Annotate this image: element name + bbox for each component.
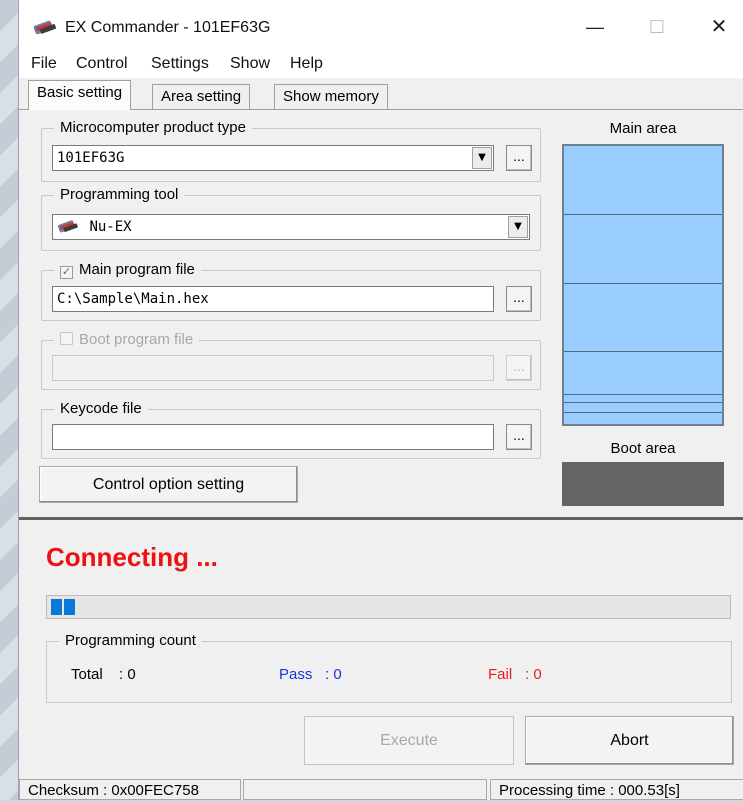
- keycode-label: Keycode file: [54, 400, 148, 417]
- product-type-combo[interactable]: 101EF63G ▼: [52, 145, 494, 171]
- product-browse-button[interactable]: ...: [506, 145, 532, 171]
- boot-program-browse-button[interactable]: ...: [506, 355, 532, 381]
- menu-control[interactable]: Control: [76, 55, 128, 73]
- total-label: Total: [71, 666, 103, 683]
- checksum-pane: Checksum : 0x00FEC758: [19, 779, 241, 800]
- pass-value: : 0: [325, 666, 342, 683]
- maximize-button[interactable]: ☐: [637, 10, 677, 44]
- tab-basic-setting[interactable]: Basic setting: [28, 80, 132, 110]
- keycode-group: Keycode file ...: [41, 400, 541, 459]
- programming-count-label: Programming count: [59, 632, 202, 649]
- main-program-browse-button[interactable]: ...: [506, 286, 532, 312]
- tab-strip: Basic setting Area setting Show memory: [19, 78, 743, 110]
- map-divider: [564, 283, 722, 284]
- map-divider: [564, 351, 722, 352]
- status-pane-middle: [243, 779, 487, 800]
- menu-file[interactable]: File: [31, 55, 57, 73]
- main-program-path-input[interactable]: C:\Sample\Main.hex: [52, 286, 494, 312]
- menu-show[interactable]: Show: [230, 55, 270, 73]
- programming-tool-group: Programming tool Nu-EX ▼: [41, 186, 541, 251]
- title-bar[interactable]: EX Commander - 101EF63G — ☐ ✕: [19, 0, 743, 48]
- tab-area-setting[interactable]: Area setting: [152, 84, 251, 110]
- total-value: : 0: [119, 666, 136, 683]
- tab-show-memory[interactable]: Show memory: [274, 84, 388, 110]
- programming-tool-combo[interactable]: Nu-EX ▼: [52, 214, 530, 240]
- menu-bar: File Control Settings Show Help: [19, 48, 743, 78]
- fail-value: : 0: [525, 666, 542, 683]
- main-area-map: [562, 144, 724, 426]
- processing-time-pane: Processing time : 000.53[s]: [490, 779, 743, 800]
- programming-tool-label: Programming tool: [54, 186, 185, 203]
- progress-block: [64, 599, 75, 615]
- programming-tool-value: Nu-EX: [89, 219, 132, 235]
- desktop-background: [0, 0, 18, 800]
- execute-button[interactable]: Execute: [304, 716, 514, 765]
- boot-area-label: Boot area: [610, 440, 676, 457]
- map-divider: [564, 394, 722, 395]
- main-program-checkbox[interactable]: ✓: [60, 266, 73, 279]
- product-type-group: Microcomputer product type 101EF63G ▼ ..…: [41, 119, 541, 182]
- boot-area-map: [562, 462, 724, 506]
- programming-count-group: Programming count Total : 0 Pass : 0 Fai…: [46, 632, 732, 703]
- main-program-group: ✓ Main program file C:\Sample\Main.hex ..…: [41, 261, 541, 321]
- ex-commander-icon: [33, 20, 57, 35]
- chevron-down-icon[interactable]: ▼: [508, 216, 528, 238]
- main-program-label: Main program file: [79, 261, 195, 278]
- status-bar: Checksum : 0x00FEC758 Processing time : …: [19, 778, 743, 800]
- product-type-value: 101EF63G: [57, 150, 125, 166]
- minimize-button[interactable]: —: [575, 10, 615, 44]
- boot-program-path-input[interactable]: [52, 355, 494, 381]
- app-window: EX Commander - 101EF63G — ☐ ✕ File Contr…: [18, 0, 743, 800]
- close-button[interactable]: ✕: [699, 10, 739, 44]
- map-divider: [564, 412, 722, 413]
- boot-program-group: Boot program file ...: [41, 331, 541, 390]
- fail-label: Fail: [488, 666, 513, 683]
- menu-help[interactable]: Help: [290, 55, 323, 73]
- main-area-label: Main area: [609, 120, 677, 137]
- map-divider: [564, 214, 722, 215]
- menu-settings[interactable]: Settings: [151, 55, 209, 73]
- connection-status: Connecting ...: [46, 542, 218, 572]
- window-title: EX Commander - 101EF63G: [65, 19, 271, 36]
- control-option-setting-button[interactable]: Control option setting: [39, 466, 298, 503]
- abort-button[interactable]: Abort: [525, 716, 734, 765]
- map-divider: [564, 402, 722, 403]
- boot-program-legend: Boot program file: [54, 331, 200, 348]
- pane-splitter[interactable]: [19, 517, 743, 520]
- boot-program-label: Boot program file: [79, 331, 194, 348]
- progress-block: [51, 599, 62, 615]
- product-type-label: Microcomputer product type: [54, 119, 252, 136]
- nu-ex-icon: [57, 220, 78, 233]
- pass-label: Pass: [279, 666, 313, 683]
- main-program-legend: ✓ Main program file: [54, 261, 201, 279]
- chevron-down-icon[interactable]: ▼: [472, 147, 492, 169]
- progress-bar: [46, 595, 731, 619]
- keycode-path-input[interactable]: [52, 424, 494, 450]
- boot-program-checkbox[interactable]: [60, 332, 73, 345]
- keycode-browse-button[interactable]: ...: [506, 424, 532, 450]
